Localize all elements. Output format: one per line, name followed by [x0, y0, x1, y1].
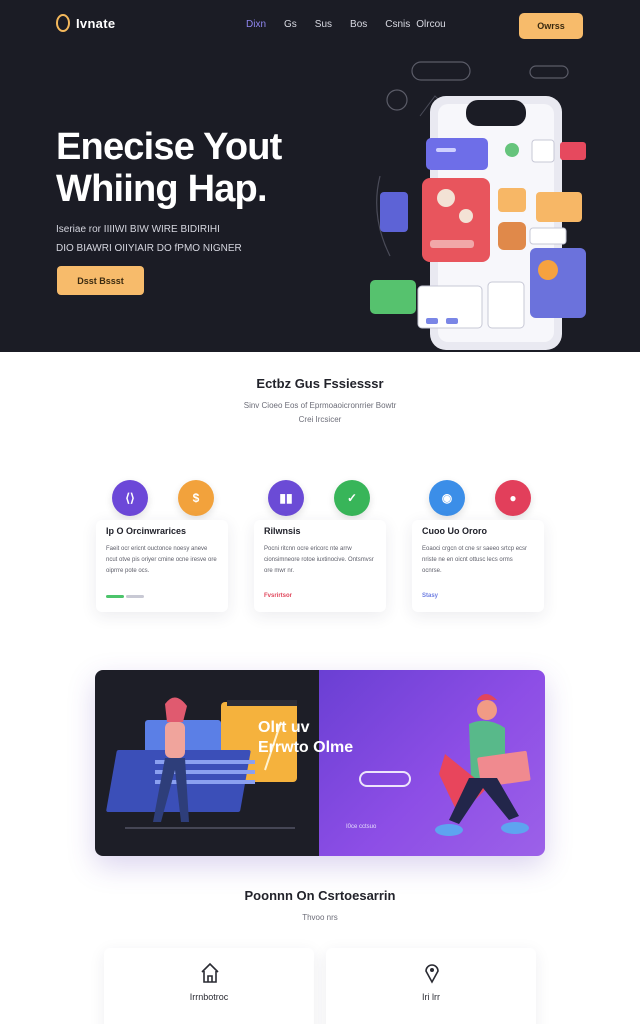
banner-title-line-2: Errwto Olme: [258, 739, 354, 756]
hero-cta-button[interactable]: Dsst Bssst: [57, 266, 144, 295]
check-icon: ✓: [334, 480, 370, 516]
feature-card-3[interactable]: Cuoo Uo Ororo Eoaoci crgcn ot cne sr sae…: [412, 520, 544, 612]
decor-circle: [386, 89, 408, 111]
features-header: Ectbz Gus Fssiesssr Sinv Cioeo Eos of Ep…: [0, 376, 640, 427]
pin-icon: [425, 964, 439, 984]
features-subtitle: Sinv Cioeo Eos of Eprmoaoicronrrier Bowt…: [210, 399, 430, 427]
shoe: [435, 824, 463, 836]
globe-icon: ◉: [429, 480, 465, 516]
app-card-purple: [426, 138, 488, 170]
workspace-illustration: [106, 697, 297, 829]
hero-description-line-1: Iseriae ror IIIIWI BIW WIRE BIDIRIHI: [56, 224, 220, 235]
logo-text: Ivnate: [76, 15, 116, 31]
bottom-subtitle: Thvoo nrs: [302, 913, 338, 922]
nav-link-2[interactable]: Gs: [284, 19, 297, 30]
logo[interactable]: Ivnate: [56, 14, 115, 32]
dollar-icon: $: [178, 480, 214, 516]
nav-link-1[interactable]: Dixn: [246, 19, 266, 30]
floating-card-indigo: [530, 248, 586, 318]
bottom-header: Poonnn On Csrtoesarrin Thvoo nrs: [0, 888, 640, 925]
hero-description: Iseriae ror IIIIWI BIW WIRE BIDIRIHI DIO…: [56, 220, 356, 258]
floating-card-green: [370, 280, 416, 314]
feature-card-3-icons: ◉ ●: [429, 480, 531, 516]
target-icon: ●: [495, 480, 531, 516]
feature-card-3-link[interactable]: Stasy: [422, 593, 438, 599]
promo-banner: [95, 670, 545, 856]
hero-description-line-2: DIO BIAWRI OIIYIAIR DO fPMO NIGNER: [56, 243, 242, 254]
feature-card-2[interactable]: Rilwnsis Pocni ritcnn ocre ericorc nte a…: [254, 520, 386, 612]
nav-link-5[interactable]: Csnis: [385, 19, 410, 30]
feature-card-3-title: Cuoo Uo Ororo: [422, 526, 487, 536]
hero-section: Ivnate Dixn Gs Sus Bos Csnis Olrcou Owrs…: [0, 0, 640, 352]
feature-card-2-link[interactable]: Fvsrirtsor: [264, 593, 292, 599]
feature-card-2-text: Pocni ritcnn ocre ericorc nte arrw cions…: [264, 546, 374, 574]
app-tile-orange: [498, 188, 526, 212]
bracket-icon: ⟨⟩: [112, 480, 148, 516]
app-dot-green: [505, 143, 519, 157]
bottom-card-1-title: Irrnbotroc: [189, 992, 229, 1002]
app-tile-brown: [498, 222, 526, 250]
top-nav: Ivnate Dixn Gs Sus Bos Csnis Olrcou Owrs…: [0, 0, 640, 52]
app-tag-red: [560, 142, 586, 160]
features-title: Ectbz Gus Fssiesssr: [256, 376, 384, 391]
phone-notch: [466, 100, 526, 126]
person-head: [477, 700, 497, 720]
hero-title-line-2: Whiing Hap.: [56, 168, 268, 210]
features-subtitle-line-2: Crei Ircsicer: [298, 415, 342, 424]
nav-link-3[interactable]: Sus: [315, 19, 332, 30]
floating-pill-small: [529, 65, 569, 79]
nav-links: Dixn Gs Sus Bos Csnis Olrcou: [246, 19, 464, 30]
nav-link-6[interactable]: Olrcou: [416, 19, 445, 30]
feature-card-2-title: Rilwnsis: [264, 526, 301, 536]
shoe: [501, 822, 529, 834]
banner-caption: I0ce cctsuo: [346, 824, 377, 830]
home-icon: [201, 962, 219, 983]
bottom-card-1[interactable]: Irrnbotroc: [104, 948, 314, 1024]
nav-link-4[interactable]: Bos: [350, 19, 367, 30]
bottom-card-2-title: Iri lrr: [422, 992, 440, 1002]
hero-title-line-1: Enecise Yout: [56, 126, 282, 168]
floating-card-orange: [536, 192, 582, 222]
banner-title: Olrt uv Errwto Olme: [258, 718, 398, 758]
bottom-title: Poonnn On Csrtoesarrin: [244, 888, 396, 903]
feature-card-1-accent: [106, 595, 124, 598]
person-body: [165, 722, 185, 758]
banner-button[interactable]: [359, 771, 411, 787]
floating-card-blue: [380, 192, 408, 232]
feature-card-1-accent-2: [126, 595, 144, 598]
feature-card-1[interactable]: Ip O Orcinwrarices Faeit ocr ericnt ouct…: [96, 520, 228, 612]
feature-card-1-icons: ⟨⟩ $: [112, 480, 214, 516]
floating-pill: [411, 61, 471, 81]
features-subtitle-line-1: Sinv Cioeo Eos of Eprmoaoicronrrier Bowt…: [243, 401, 397, 410]
banner-left-panel: [95, 670, 319, 856]
chart-icon: ▮▮: [268, 480, 304, 516]
feature-card-1-title: Ip O Orcinwrarices: [106, 526, 187, 536]
app-tile: [531, 139, 555, 163]
banner-title-line-1: Olrt uv: [258, 719, 310, 736]
hero-title: Enecise Yout Whiing Hap.: [56, 126, 346, 210]
logo-icon: [56, 14, 70, 32]
phone-illustration: [370, 61, 586, 350]
app-card-red: [422, 178, 490, 262]
bottom-card-2[interactable]: Iri lrr: [326, 948, 536, 1024]
landing-page: Ivnate Dixn Gs Sus Bos Csnis Olrcou Owrs…: [0, 0, 640, 1024]
feature-card-1-text: Faeit ocr ericnt ouctonce noesy aneve nc…: [106, 546, 217, 574]
nav-cta-button[interactable]: Owrss: [519, 13, 583, 39]
feature-card-2-icons: ▮▮ ✓: [268, 480, 370, 516]
feature-card-3-text: Eoaoci crgcn ot cne sr saeeo srtcp ecsr …: [422, 546, 528, 574]
